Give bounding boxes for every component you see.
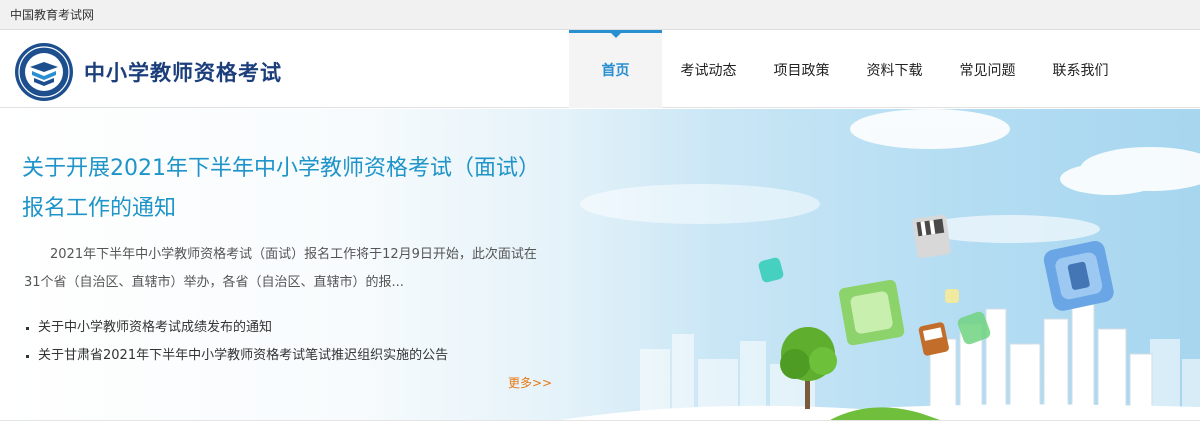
nav-home[interactable]: 首页 xyxy=(569,30,662,108)
active-caret-icon xyxy=(610,32,622,38)
news-link-text: 关于中小学教师资格考试成绩发布的通知 xyxy=(38,320,273,335)
main-nav: 首页 考试动态 项目政策 资料下载 常见问题 联系我们 xyxy=(569,30,1127,108)
headline-link[interactable]: 关于开展2021年下半年中小学教师资格考试（面试）报名工作的通知 xyxy=(22,149,542,229)
book-emblem-icon[interactable] xyxy=(14,42,74,102)
nav-label: 常见问题 xyxy=(959,63,1016,79)
nav-faq[interactable]: 常见问题 xyxy=(941,30,1034,108)
site-brand-title[interactable]: 中小学教师资格考试 xyxy=(84,57,282,87)
top-bar: 中国教育考试网 xyxy=(0,0,1200,30)
nav-label: 考试动态 xyxy=(680,63,737,79)
nav-label: 项目政策 xyxy=(773,63,830,79)
news-link[interactable]: 关于中小学教师资格考试成绩发布的通知 xyxy=(26,314,546,342)
site-header: 中小学教师资格考试 首页 考试动态 项目政策 资料下载 常见问题 联系我们 xyxy=(0,30,1200,108)
bottom-divider xyxy=(0,420,1200,425)
nav-contact[interactable]: 联系我们 xyxy=(1034,30,1127,108)
hero-banner: 关于开展2021年下半年中小学教师资格考试（面试）报名工作的通知 2021年下半… xyxy=(0,109,1200,420)
cloud-shapes xyxy=(580,109,1200,243)
nav-label: 资料下载 xyxy=(866,63,923,79)
bullet-icon xyxy=(26,355,29,358)
site-name-link[interactable]: 中国教育考试网 xyxy=(10,6,94,23)
news-link[interactable]: 关于甘肃省2021年下半年中小学教师资格考试笔试推迟组织实施的公告 xyxy=(26,342,546,370)
more-link[interactable]: 更多>> xyxy=(508,374,552,391)
nav-label: 首页 xyxy=(601,63,630,79)
bullet-icon xyxy=(26,327,29,330)
news-link-text: 关于甘肃省2021年下半年中小学教师资格考试笔试推迟组织实施的公告 xyxy=(38,348,449,363)
skyline-front xyxy=(929,293,1153,420)
nav-exam-news[interactable]: 考试动态 xyxy=(662,30,755,108)
news-list: 关于中小学教师资格考试成绩发布的通知 关于甘肃省2021年下半年中小学教师资格考… xyxy=(26,314,546,370)
nav-policy[interactable]: 项目政策 xyxy=(755,30,848,108)
nav-downloads[interactable]: 资料下载 xyxy=(848,30,941,108)
nav-label: 联系我们 xyxy=(1052,63,1109,79)
headline-summary: 2021年下半年中小学教师资格考试（面试）报名工作将于12月9日开始，此次面试在… xyxy=(24,247,537,290)
